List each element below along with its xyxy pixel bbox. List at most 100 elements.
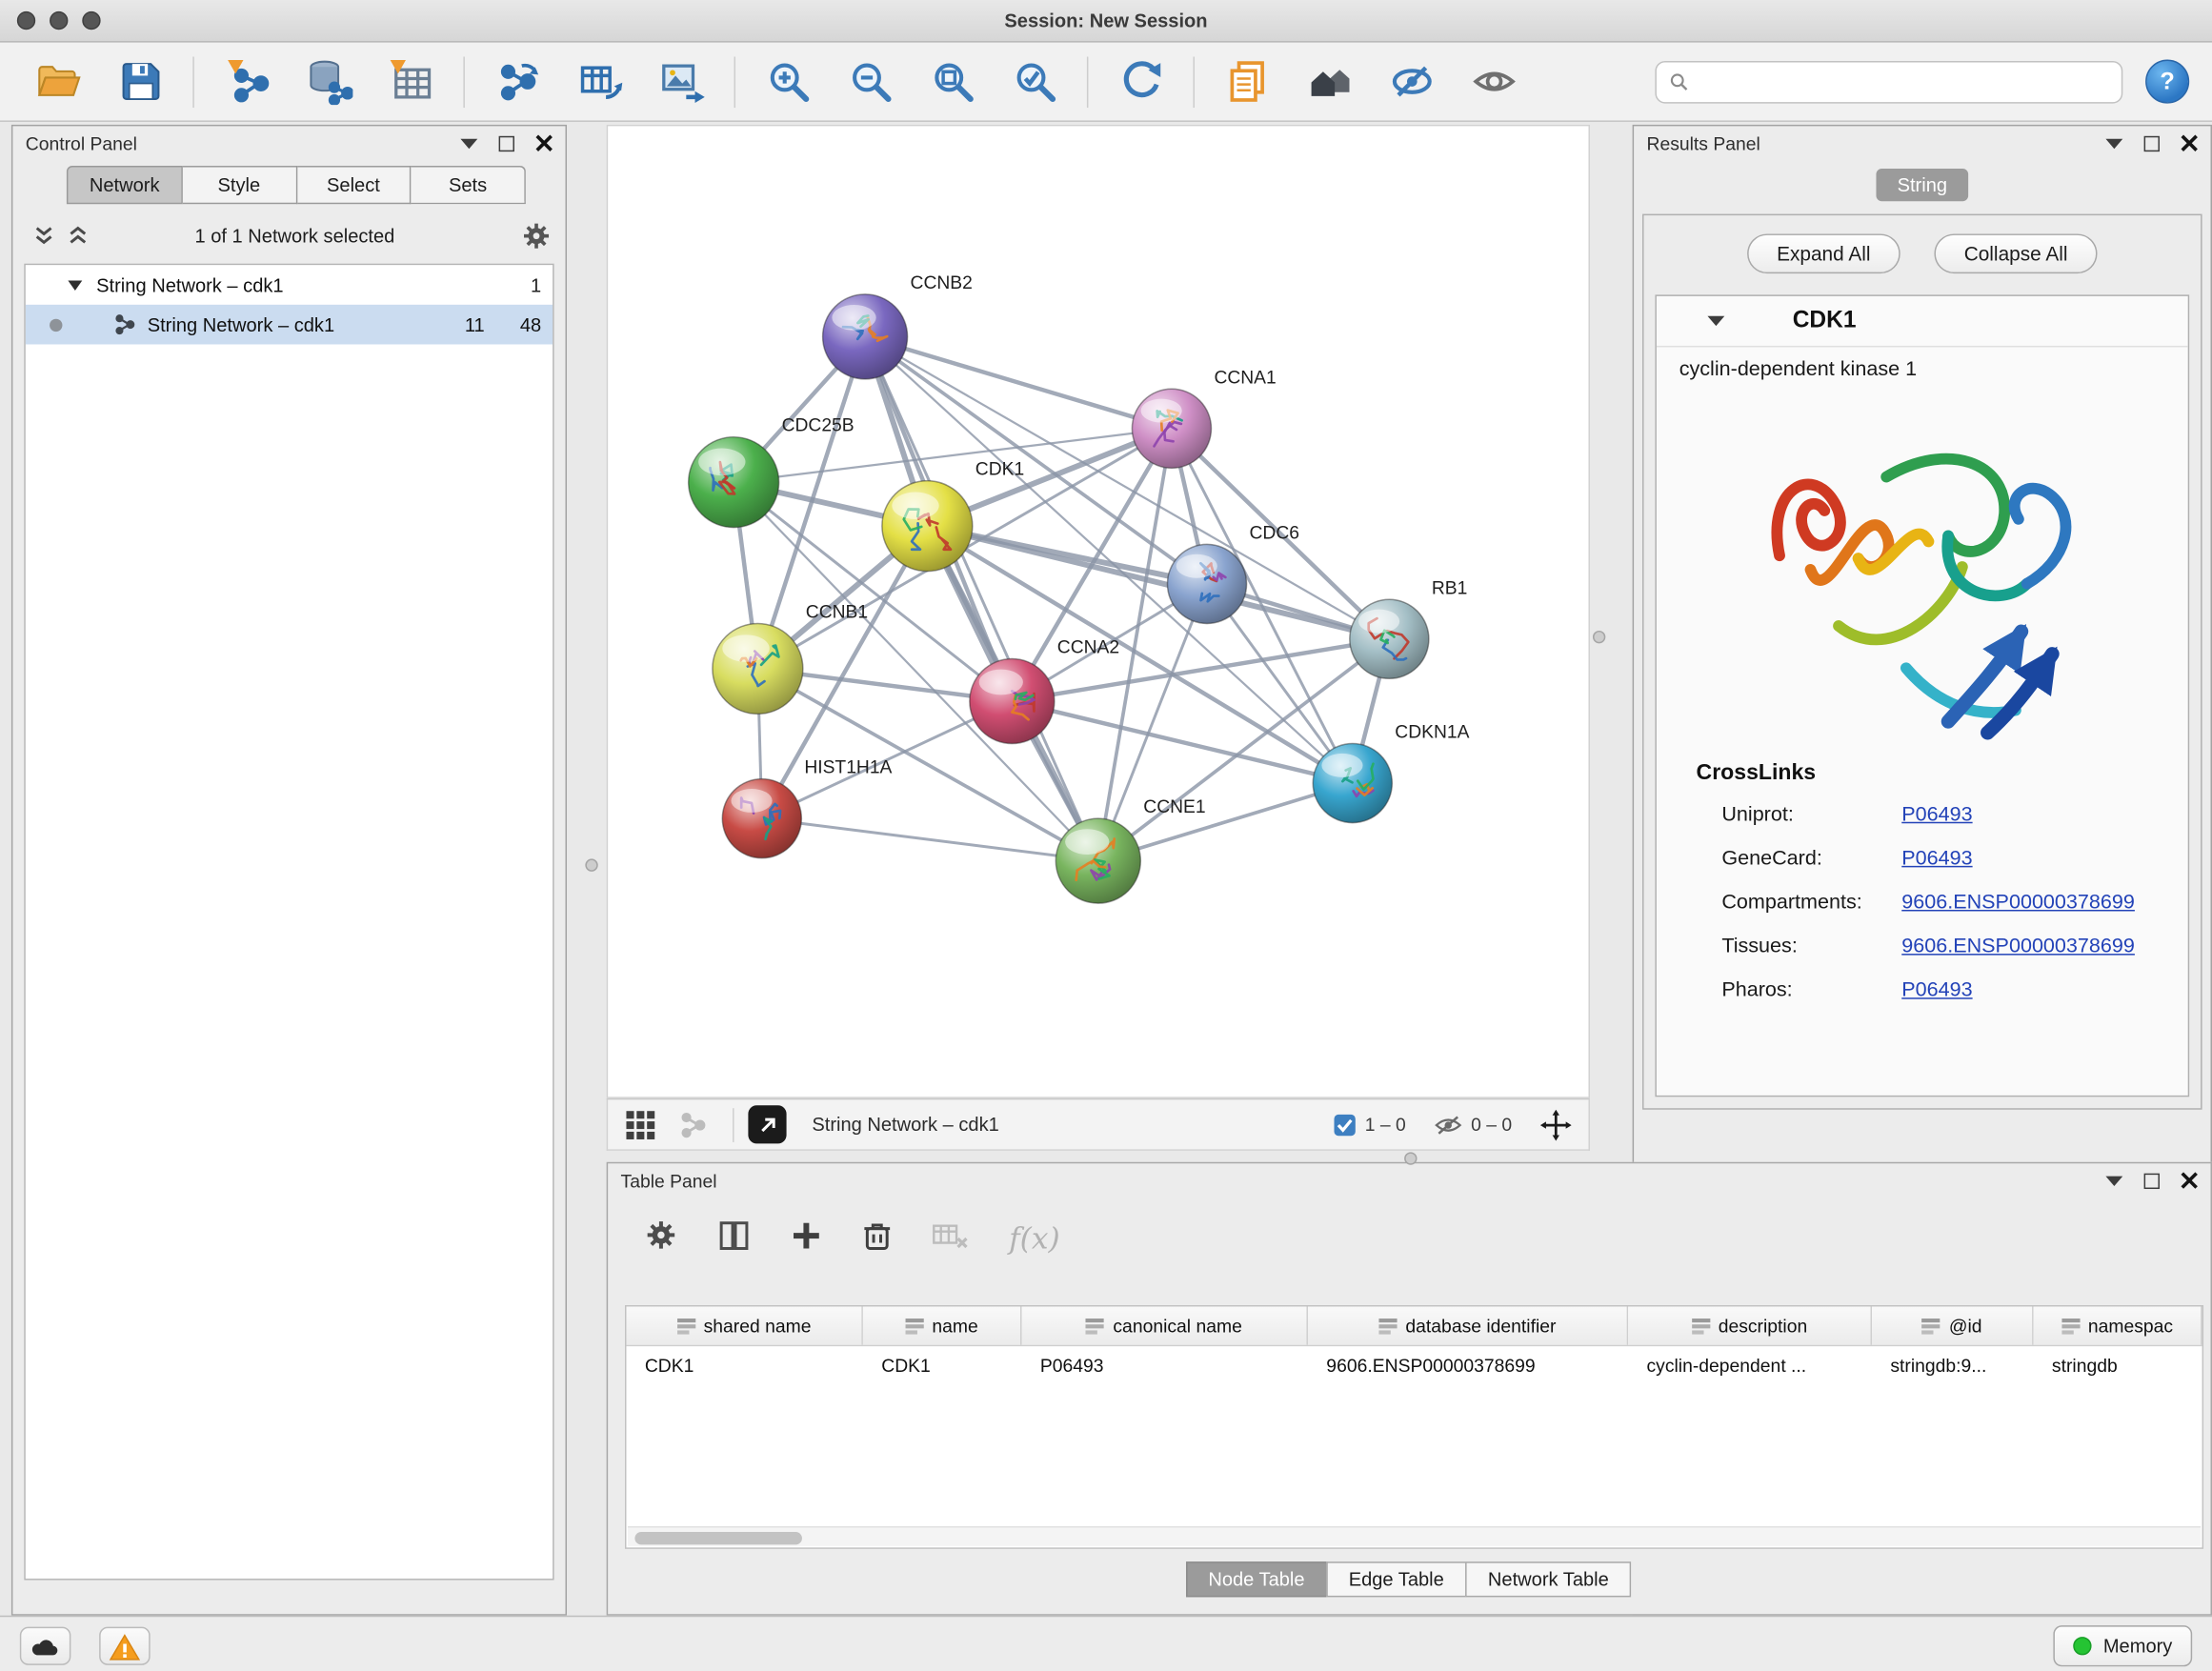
splitter-handle[interactable] <box>1404 1152 1417 1164</box>
function-builder-button-disabled[interactable]: f(x) <box>1009 1221 1060 1256</box>
network-node-CDK1[interactable]: CDK1 <box>882 460 1024 572</box>
crosslink-link[interactable]: P06493 <box>1901 803 1972 826</box>
zoom-selected-button[interactable] <box>1003 50 1065 112</box>
tab-string[interactable]: String <box>1876 169 1968 201</box>
tab-sets[interactable]: Sets <box>412 166 526 204</box>
float-panel-button[interactable] <box>460 138 477 148</box>
network-node-RB1[interactable]: RB1 <box>1350 578 1468 678</box>
float-panel-button[interactable] <box>2105 138 2122 148</box>
network-canvas[interactable]: CCNB2CCNA1CDC25BCDK1CDC6RB1CCNB1CCNA2CDK… <box>607 125 1590 1098</box>
help-button[interactable]: ? <box>2145 59 2189 103</box>
float-panel-button[interactable] <box>2105 1176 2122 1185</box>
cell-namespace[interactable]: stringdb <box>2034 1346 2202 1386</box>
close-panel-button[interactable] <box>535 134 553 151</box>
splitter-handle[interactable] <box>1593 631 1605 643</box>
horizontal-scrollbar[interactable] <box>628 1526 2201 1546</box>
network-overview-button-disabled[interactable] <box>679 1110 708 1138</box>
search-icon <box>1669 71 1689 91</box>
zoom-window-button[interactable] <box>82 11 100 30</box>
delete-column-button[interactable] <box>863 1219 892 1258</box>
home-button[interactable] <box>1298 50 1360 112</box>
collapse-all-networks-button[interactable] <box>32 226 55 246</box>
table-row[interactable]: CDK1 CDK1 P06493 9606.ENSP00000378699 cy… <box>626 1346 2202 1386</box>
collapse-all-button[interactable]: Collapse All <box>1934 233 2097 273</box>
section-disclosure-triangle-icon[interactable] <box>1707 316 1724 326</box>
column-header-canonical-name[interactable]: canonical name <box>1021 1306 1307 1344</box>
network-options-button[interactable] <box>521 220 551 250</box>
column-header-id[interactable]: @id <box>1872 1306 2034 1344</box>
maximize-panel-button[interactable] <box>2144 1173 2160 1188</box>
table-options-button[interactable] <box>645 1218 677 1258</box>
search-field[interactable] <box>1655 60 2122 103</box>
cell-shared-name[interactable]: CDK1 <box>626 1346 862 1386</box>
column-header-database-identifier[interactable]: database identifier <box>1308 1306 1628 1344</box>
column-header-namespace[interactable]: namespac <box>2034 1306 2202 1344</box>
copy-document-button[interactable] <box>1216 50 1277 112</box>
add-column-button[interactable] <box>791 1219 822 1258</box>
network-node-CDKN1A[interactable]: CDKN1A <box>1313 723 1469 823</box>
zoom-in-button[interactable] <box>756 50 818 112</box>
selected-checkbox-icon[interactable] <box>1334 1113 1357 1136</box>
splitter-handle[interactable] <box>585 858 597 871</box>
delete-table-button-disabled[interactable] <box>933 1220 968 1256</box>
zoom-out-button[interactable] <box>839 50 901 112</box>
show-columns-button[interactable] <box>718 1219 750 1258</box>
open-in-window-button[interactable] <box>748 1105 786 1143</box>
network-node-CCNA1[interactable]: CCNA1 <box>1132 368 1276 468</box>
close-window-button[interactable] <box>17 11 35 30</box>
network-collection-row[interactable]: String Network – cdk1 1 <box>26 265 553 305</box>
maximize-panel-button[interactable] <box>499 135 514 151</box>
cloud-status-button[interactable] <box>20 1627 71 1665</box>
tab-network[interactable]: Network <box>67 166 183 204</box>
crosslink-link[interactable]: P06493 <box>1901 847 1972 870</box>
close-panel-button[interactable] <box>2181 1172 2198 1189</box>
close-panel-button[interactable] <box>2181 134 2198 151</box>
tab-edge-table[interactable]: Edge Table <box>1326 1561 1467 1597</box>
memory-button[interactable]: Memory <box>2054 1625 2192 1666</box>
expand-all-networks-button[interactable] <box>67 226 90 246</box>
network-graph[interactable]: CCNB2CCNA1CDC25BCDK1CDC6RB1CCNB1CCNA2CDK… <box>608 126 1588 1097</box>
tab-network-table[interactable]: Network Table <box>1465 1561 1631 1597</box>
maximize-panel-button[interactable] <box>2144 135 2160 151</box>
open-session-button[interactable] <box>27 50 89 112</box>
crosslink-link[interactable]: 9606.ENSP00000378699 <box>1901 891 2135 914</box>
scrollbar-thumb[interactable] <box>634 1531 802 1543</box>
cell-id[interactable]: stringdb:9... <box>1872 1346 2034 1386</box>
expand-all-button[interactable]: Expand All <box>1747 233 1900 273</box>
zoom-fit-button[interactable] <box>921 50 983 112</box>
new-network-from-table-button[interactable] <box>568 50 630 112</box>
disclosure-triangle-icon[interactable] <box>68 280 82 290</box>
column-header-shared-name[interactable]: shared name <box>626 1306 862 1344</box>
tab-style[interactable]: Style <box>183 166 297 204</box>
column-header-name[interactable]: name <box>863 1306 1022 1344</box>
export-image-button[interactable] <box>651 50 713 112</box>
cell-description[interactable]: cyclin-dependent ... <box>1628 1346 1872 1386</box>
apply-layout-button[interactable] <box>1110 50 1172 112</box>
crosslink-link[interactable]: 9606.ENSP00000378699 <box>1901 935 2135 957</box>
cell-database-identifier[interactable]: 9606.ENSP00000378699 <box>1308 1346 1628 1386</box>
minimize-window-button[interactable] <box>50 11 68 30</box>
network-node-HIST1H1A[interactable]: HIST1H1A <box>722 758 892 858</box>
import-network-file-button[interactable] <box>215 50 277 112</box>
tab-node-table[interactable]: Node Table <box>1186 1561 1328 1597</box>
crosslink-link[interactable]: P06493 <box>1901 978 1972 1001</box>
network-row-selected[interactable]: String Network – cdk1 11 48 <box>26 305 553 345</box>
pan-mode-button[interactable] <box>1540 1109 1572 1140</box>
svg-text:CDK1: CDK1 <box>975 460 1024 480</box>
new-network-button[interactable] <box>486 50 548 112</box>
import-table-file-button[interactable] <box>380 50 442 112</box>
show-hide-graphics-details-button[interactable] <box>1380 50 1442 112</box>
tab-select[interactable]: Select <box>297 166 412 204</box>
network-node-CDC6[interactable]: CDC6 <box>1167 523 1298 623</box>
eye-button[interactable] <box>1462 50 1524 112</box>
hidden-eye-icon[interactable] <box>1434 1113 1462 1136</box>
search-input[interactable] <box>1698 70 2108 91</box>
save-session-button[interactable] <box>110 50 171 112</box>
column-header-description[interactable]: description <box>1628 1306 1872 1344</box>
warnings-button[interactable] <box>99 1627 151 1665</box>
cell-name[interactable]: CDK1 <box>863 1346 1022 1386</box>
birds-eye-view-button[interactable] <box>625 1109 656 1140</box>
import-network-database-button[interactable] <box>297 50 359 112</box>
cell-canonical-name[interactable]: P06493 <box>1021 1346 1307 1386</box>
network-node-CCNB1[interactable]: CCNB1 <box>713 603 868 715</box>
